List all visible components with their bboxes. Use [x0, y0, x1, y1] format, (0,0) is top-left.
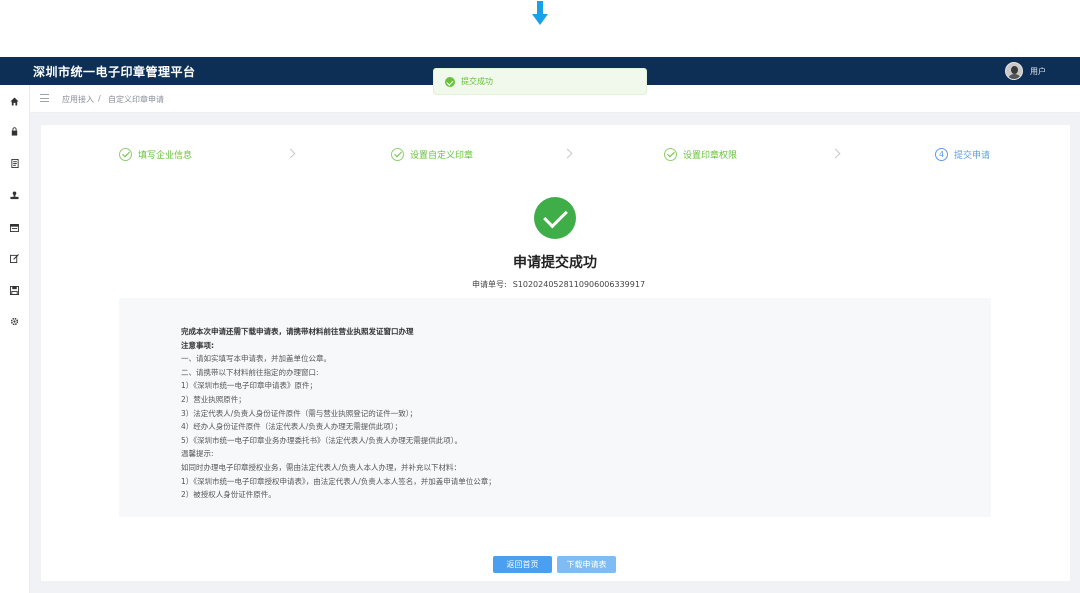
step-seal-permission: 设置印章权限 — [664, 146, 737, 162]
toast-message: 提交成功 — [461, 77, 493, 86]
check-circle-icon — [391, 147, 404, 161]
download-form-button[interactable]: 下载申请表 — [557, 556, 616, 573]
check-circle-icon — [119, 147, 132, 161]
success-check-icon — [534, 197, 576, 239]
result-title: 申请提交成功 — [513, 255, 597, 271]
application-number-value: S10202405281109060063399​17 — [512, 280, 646, 289]
application-number-label: 申请单号: — [472, 280, 507, 289]
notice-line: 完成本次申请还需下载申请表，请携带材料前往营业执照发证窗口办理 — [181, 327, 414, 336]
breadcrumb-item-app-access[interactable]: 应用接入 — [62, 94, 94, 105]
success-icon — [445, 77, 455, 87]
check-circle-icon — [664, 147, 677, 161]
edit-icon[interactable] — [9, 253, 20, 264]
document-icon[interactable] — [9, 158, 20, 169]
notice-line: 2）营业执照原件； — [181, 394, 246, 404]
notice-line: 1）《深圳市统一电子印章申请表》原件； — [181, 381, 318, 391]
notice-line: 注意事项: — [181, 340, 214, 350]
lock-icon[interactable] — [9, 126, 20, 137]
step-number-4: 4 — [935, 147, 948, 161]
notice-text: 完成本次申请还需下载申请表，请携带材料前往营业执照发证窗口办理 注意事项: 一、… — [181, 325, 661, 502]
avatar-face-icon — [1011, 66, 1018, 74]
notice-line: 4）经办人身份证件原件（法定代表人/负责人办理无需提供此项）； — [181, 422, 403, 432]
app-title: 深圳市统一电子印章管理平台 — [33, 65, 196, 79]
notice-line: 3）法定代表人/负责人身份证件原件（需与营业执照登记的证件一致）； — [181, 408, 418, 418]
step-label: 设置印章权限 — [683, 150, 738, 161]
user-name[interactable]: 用户 — [1030, 66, 1046, 77]
step-company-info: 填写企业信息 — [119, 146, 192, 162]
back-home-button[interactable]: 返回首页 — [493, 556, 552, 573]
menu-toggle-icon[interactable] — [40, 94, 49, 102]
step-submit: 4 提交申请 — [935, 146, 990, 162]
save-icon[interactable] — [9, 285, 20, 296]
notice-line: 2）被授权人身份证件原件。 — [181, 490, 276, 500]
gear-icon[interactable] — [9, 316, 20, 327]
list-icon[interactable] — [9, 222, 20, 233]
breadcrumb-item-custom-seal: 自定义印章申请 — [108, 95, 164, 104]
home-icon[interactable] — [9, 96, 20, 107]
notice-line: 一、请如实填写本申请表，并加盖单位公章。 — [181, 354, 331, 364]
breadcrumb-separator: / — [98, 94, 101, 103]
notice-line: 5）《深圳市统一电子印章业务办理委托书》（法定代表人/负责人办理无需提供此项）。 — [181, 435, 463, 445]
step-label: 填写企业信息 — [138, 150, 193, 161]
sidebar — [0, 85, 30, 593]
seal-icon[interactable] — [9, 190, 20, 201]
notice-line: 二、请携带以下材料前往指定的办理窗口: — [181, 367, 319, 377]
step-label: 设置自定义印章 — [410, 150, 474, 161]
avatar-body-icon — [1008, 74, 1021, 79]
down-arrow-icon — [532, 1, 548, 25]
step-label: 提交申请 — [954, 150, 991, 161]
notice-line: 如同时办理电子印章授权业务，需由法定代表人/负责人本人办理，并补充以下材料： — [181, 462, 462, 472]
user-avatar[interactable] — [1005, 62, 1023, 80]
notice-line: 温馨提示: — [181, 449, 214, 459]
application-number: 申请单号: S10202405281109060063399​17 — [472, 279, 645, 290]
success-toast: 提交成功 — [433, 68, 647, 95]
step-custom-seal: 设置自定义印章 — [391, 146, 473, 162]
notice-line: 1）《深圳市统一电子印章授权申请表》，由法定代表人/负责人本人签名，并加盖申请单… — [181, 476, 496, 486]
